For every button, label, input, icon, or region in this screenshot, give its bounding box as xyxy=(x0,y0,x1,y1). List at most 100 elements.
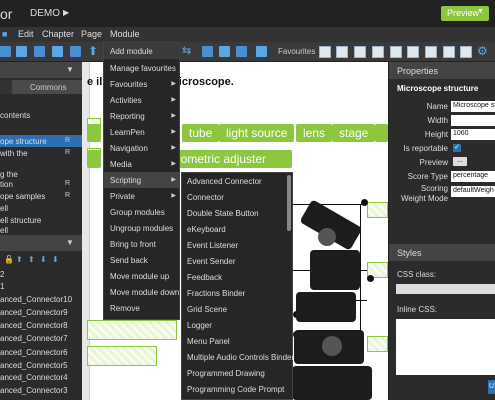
submenu-item[interactable]: Event Listener xyxy=(182,237,293,253)
menu-icon[interactable]: ■ xyxy=(2,29,7,39)
menu-item-remove[interactable]: Remove xyxy=(104,300,180,316)
submenu-item[interactable]: Advanced Connector xyxy=(182,173,293,189)
menu-item-send-back[interactable]: Send back xyxy=(104,252,180,268)
submenu-item[interactable]: Event Sender xyxy=(182,253,293,269)
menu-item-learnpen[interactable]: LearnPen ▶ xyxy=(104,124,180,140)
label-chip-stage[interactable]: stage xyxy=(332,124,376,142)
submenu-scrollbar[interactable] xyxy=(287,175,291,231)
submenu-item[interactable]: Double State Button xyxy=(182,205,293,221)
fav-gap-icon[interactable] xyxy=(407,46,419,58)
inline-css-textarea[interactable] xyxy=(396,319,495,375)
arrow-up-icon[interactable]: ⬆ xyxy=(88,44,98,58)
project-name[interactable]: DEMO xyxy=(30,8,60,19)
tree-item-selected[interactable]: ope structure R xyxy=(0,135,82,147)
label-chip-lens[interactable]: lens xyxy=(296,124,333,142)
paste-icon[interactable] xyxy=(52,46,63,57)
submenu-item[interactable]: eKeyboard xyxy=(182,221,293,237)
tree-item[interactable]: tion R xyxy=(0,178,82,190)
menu-item-media[interactable]: Media ▶ xyxy=(104,156,180,172)
menu-item-group-modules[interactable]: Group modules xyxy=(104,204,180,220)
menu-page[interactable]: Page xyxy=(81,29,102,39)
submenu-item[interactable]: Grid Scene xyxy=(182,301,293,317)
connector-dot[interactable] xyxy=(361,199,368,206)
list-item[interactable]: anced_Connector9 xyxy=(0,308,82,320)
tree-item[interactable]: contents xyxy=(0,109,82,121)
distribute-icon[interactable] xyxy=(219,46,230,57)
menu-item-add-module[interactable]: Add module xyxy=(104,43,180,59)
fav-table-icon[interactable] xyxy=(443,46,455,58)
submenu-item[interactable]: Logger xyxy=(182,317,293,333)
menu-item-ungroup-modules[interactable]: Ungroup modules xyxy=(104,220,180,236)
menu-item-favourites[interactable]: Favourites ▶ xyxy=(104,76,180,92)
fav-image-icon[interactable] xyxy=(336,46,348,58)
label-chip-tube[interactable]: tube xyxy=(182,124,220,142)
layout-icon[interactable] xyxy=(256,46,267,57)
tree-item[interactable]: ope samples R xyxy=(0,190,82,202)
submenu-item[interactable]: Fractions Binder xyxy=(182,285,293,301)
play-icon[interactable]: ▶ xyxy=(63,8,69,17)
arrow-up-icon[interactable]: ⬆ xyxy=(28,255,35,264)
preview-button[interactable]: ... xyxy=(453,157,467,166)
list-item[interactable]: anced_Connector3 xyxy=(0,386,82,398)
list-item[interactable]: anced_Connector8 xyxy=(0,321,82,333)
list-item[interactable]: anced_Connector4 xyxy=(0,373,82,385)
reportable-checkbox[interactable]: ✓ xyxy=(453,144,461,152)
list-item[interactable]: anced_Connector6 xyxy=(0,348,82,360)
label-chip[interactable] xyxy=(375,124,388,142)
label-chip[interactable] xyxy=(87,124,101,142)
chevron-down-icon[interactable]: ▼ xyxy=(66,65,74,74)
submenu-item[interactable]: Programmed Drawing xyxy=(182,365,293,381)
tab-commons[interactable]: Commons xyxy=(12,80,82,94)
update-button[interactable]: U xyxy=(488,380,495,394)
grid-icon[interactable] xyxy=(236,46,247,57)
submenu-item[interactable]: Multiple Audio Controls Binder xyxy=(182,349,294,365)
menu-item-bring-to-front[interactable]: Bring to front xyxy=(104,236,180,252)
menu-module[interactable]: Module xyxy=(110,29,140,39)
drop-zone[interactable] xyxy=(87,320,177,340)
list-item[interactable]: 1 xyxy=(0,282,82,294)
menu-item-manage-favourites[interactable]: Manage favourites xyxy=(104,60,180,76)
menu-chapter[interactable]: Chapter xyxy=(42,29,74,39)
menu-item-private[interactable]: Private ▶ xyxy=(104,188,180,204)
chevron-down-icon[interactable]: ▼ xyxy=(66,238,74,247)
fav-button-icon[interactable] xyxy=(354,46,366,58)
fav-video-icon[interactable] xyxy=(460,46,472,58)
width-field[interactable] xyxy=(451,115,495,126)
list-item[interactable]: anced_Connector10 xyxy=(0,295,82,307)
lock-icon[interactable]: 🔓 xyxy=(4,255,14,264)
fav-text-icon[interactable] xyxy=(319,46,331,58)
arrow-up-icon[interactable]: ⬆ xyxy=(16,255,23,264)
height-field[interactable]: 1060 xyxy=(451,129,495,140)
tree-item[interactable]: ell xyxy=(0,202,82,214)
tab-pages[interactable] xyxy=(0,80,12,94)
list-item[interactable]: 2 xyxy=(0,270,82,282)
list-item[interactable]: anced_Connector5 xyxy=(0,361,82,373)
arrow-left-right-icon[interactable]: ⇆ xyxy=(182,44,191,57)
drop-zone[interactable] xyxy=(367,336,388,352)
label-chip-light-source[interactable]: light source xyxy=(219,124,295,142)
gear-icon[interactable]: ⚙ xyxy=(477,44,488,58)
page-icon[interactable] xyxy=(16,46,27,57)
submenu-item[interactable]: Feedback xyxy=(182,269,293,285)
align-icon[interactable] xyxy=(202,46,213,57)
css-class-input[interactable] xyxy=(396,284,495,294)
drop-zone[interactable] xyxy=(367,202,388,218)
score-type-field[interactable]: percentage xyxy=(451,171,495,182)
menu-item-activities[interactable]: Activities ▶ xyxy=(104,92,180,108)
menu-item-move-module-down[interactable]: Move module down xyxy=(104,284,180,300)
connector-dot[interactable] xyxy=(367,275,374,282)
fav-choice-icon[interactable] xyxy=(425,46,437,58)
drop-zone[interactable] xyxy=(87,346,157,366)
tree-item[interactable]: with the R xyxy=(0,147,82,159)
menu-edit[interactable]: Edit xyxy=(18,29,34,39)
list-item[interactable]: anced_Connector7 xyxy=(0,334,82,346)
fav-list-icon[interactable] xyxy=(390,46,402,58)
submenu-item[interactable]: Programming Code Prompt xyxy=(182,381,293,397)
scoring-weight-field[interactable]: defaultWeigh xyxy=(451,186,495,197)
submenu-item[interactable]: Menu Panel xyxy=(182,333,293,349)
menu-item-navigation[interactable]: Navigation ▶ xyxy=(104,140,180,156)
submenu-item[interactable]: Connector xyxy=(182,189,293,205)
menu-item-move-module-up[interactable]: Move module up xyxy=(104,268,180,284)
name-field[interactable]: Microscope st xyxy=(451,101,495,112)
file-icon[interactable] xyxy=(0,46,11,57)
